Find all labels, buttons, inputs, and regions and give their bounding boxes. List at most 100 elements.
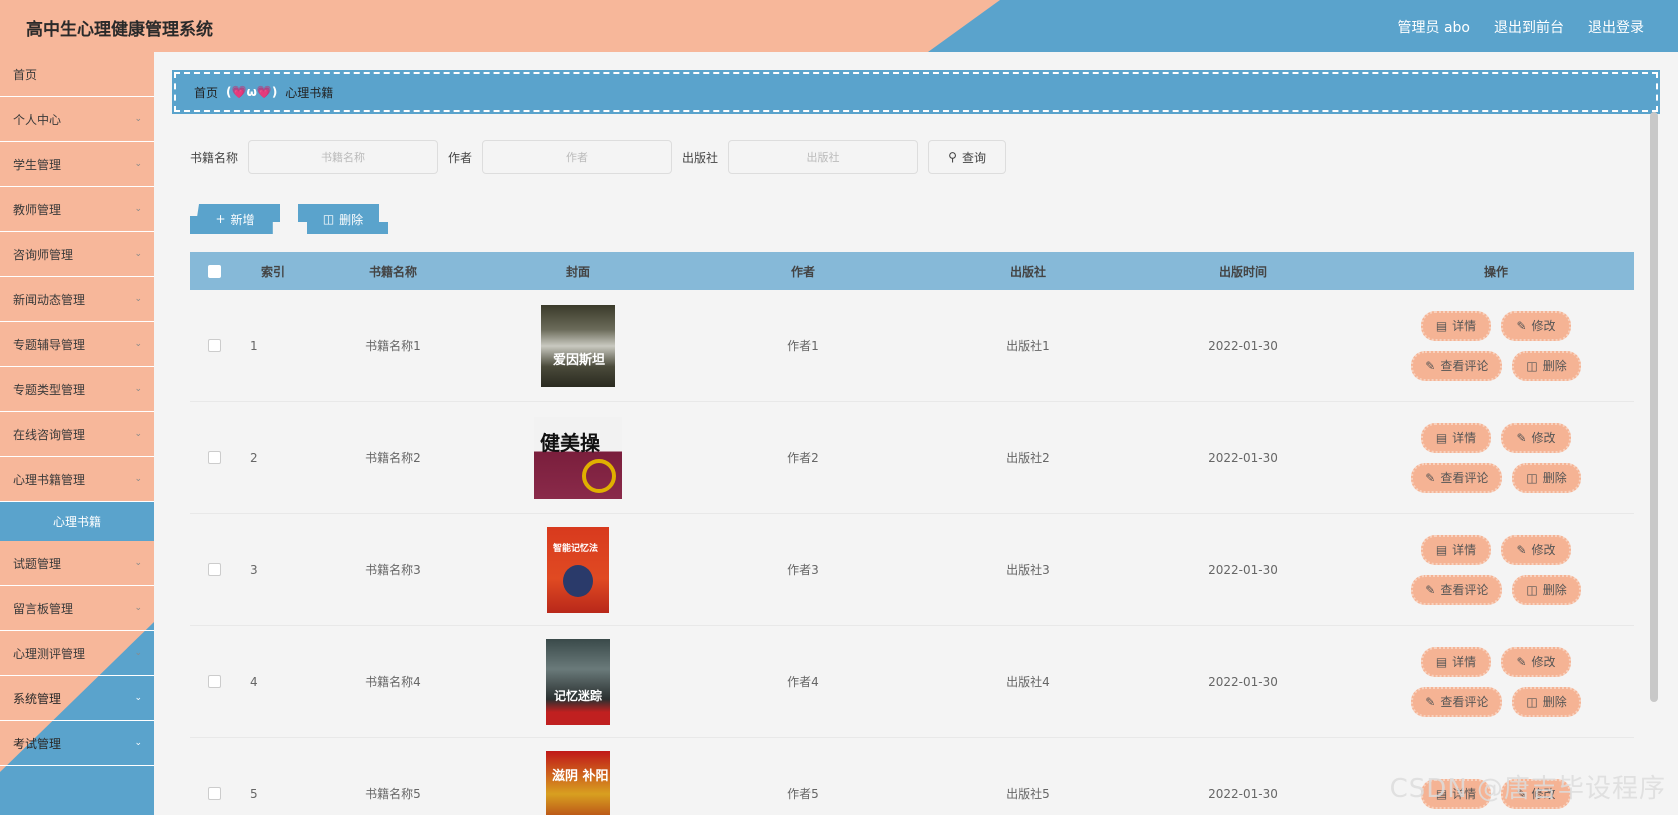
cover-title: 爱因斯坦 [553,352,606,368]
row-index: 5 [250,786,258,801]
pencil-icon: ✎ [1425,470,1436,485]
sidebar-item-label: 试题管理 [13,556,62,571]
chevron-down-icon: ⌄ [134,558,142,568]
sidebar-item-psych-books[interactable]: 心理书籍管理 ⌄ [0,457,154,502]
press-label: 出版社 [682,150,719,165]
row-checkbox[interactable] [207,675,221,688]
header-cover: 封面 [565,264,590,279]
sidebar-subitem-psych-books[interactable]: 心理书籍 [0,502,154,541]
table-header: 索引 书籍名称 封面 作者 出版社 出版时间 操作 [190,252,1634,290]
book-name-input[interactable] [248,140,439,174]
view-comments-button[interactable]: ✎ 查看评论 [1411,574,1503,605]
sidebar-item-message-board[interactable]: 留言板管理 ⌄ [0,586,154,631]
edit-button[interactable]: ✎ 修改 [1501,646,1571,677]
ops-row-bottom: ✎ 查看评论 ◫ 删除 [1411,462,1581,493]
top-header: 高中生心理健康管理系统 管理员 abo 退出到前台 退出登录 [0,0,1678,52]
ops-row-top: ▤ 详情 ✎ 修改 [1421,422,1571,453]
row-checkbox[interactable] [207,787,221,800]
row-author: 作者4 [787,675,819,689]
detail-label: 详情 [1452,431,1477,445]
sidebar-item-label: 心理测评管理 [13,646,86,661]
sidebar-item-teachers[interactable]: 教师管理 ⌄ [0,187,154,232]
sidebar-item-label: 在线咨询管理 [13,427,86,442]
breadcrumb: 首页 (💗ω💗) 心理书籍 [172,70,1660,114]
row-index: 1 [250,338,258,353]
chevron-down-icon: ⌄ [134,204,142,214]
row-checkbox[interactable] [207,339,221,352]
sidebar-item-system[interactable]: 系统管理 ⌄ [0,676,154,721]
ops-row-bottom: ✎ 查看评论 ◫ 删除 [1411,686,1581,717]
sidebar-item-label: 新闻动态管理 [13,292,86,307]
query-button[interactable]: ⚲ 查询 [928,140,1007,174]
breadcrumb-separator: (💗ω💗) [226,85,278,99]
book-cover-image: 爱因斯坦 [541,304,615,387]
exit-to-front-link[interactable]: 退出到前台 [1494,17,1564,37]
row-book-name: 书籍名称3 [365,563,421,577]
sidebar-item-online-consult[interactable]: 在线咨询管理 ⌄ [0,412,154,457]
sidebar-item-topic-tutoring[interactable]: 专题辅导管理 ⌄ [0,322,154,367]
sidebar-item-exams[interactable]: 考试管理 ⌄ [0,721,154,766]
row-cover-cell: 记忆迷踪 [478,638,678,725]
search-bar: 书籍名称 作者 出版社 ⚲ 查询 [190,140,1007,174]
view-comments-button[interactable]: ✎ 查看评论 [1411,350,1503,381]
delete-button[interactable]: ◫ 删除 [1512,686,1581,717]
press-input[interactable] [728,140,919,174]
sidebar-item-news[interactable]: 新闻动态管理 ⌄ [0,277,154,322]
sidebar-item-home[interactable]: 首页 [0,52,154,97]
table-row: 4 书籍名称4 记忆迷踪 作者4 出版社4 2022-01-30 ▤ 详情 ✎ 修改… [190,626,1634,738]
table-row: 2 书籍名称2 健美操 作者2 出版社2 2022-01-30 ▤ 详情 ✎ 修改 … [190,402,1634,514]
edit-button[interactable]: ✎ 修改 [1501,310,1571,341]
chevron-down-icon: ⌄ [134,429,142,439]
row-checkbox[interactable] [207,563,221,576]
book-name-label: 书籍名称 [190,150,239,165]
delete-button[interactable]: ◫ 删除 [1512,462,1581,493]
row-cover-cell: 健美操 [478,416,678,499]
sidebar-item-label: 心理书籍管理 [13,472,86,487]
header-links: 管理员 abo 退出到前台 退出登录 [1398,17,1644,37]
chevron-down-icon: ⌄ [134,603,142,613]
detail-button[interactable]: ▤ 详情 [1421,534,1491,565]
sidebar-item-questions[interactable]: 试题管理 ⌄ [0,541,154,586]
cover-title: 智能记忆法 [553,543,599,554]
document-icon: ▤ [1435,318,1448,333]
view-comments-button[interactable]: ✎ 查看评论 [1411,686,1503,717]
detail-button[interactable]: ▤ 详情 [1421,422,1491,453]
edit-label: 修改 [1531,431,1556,445]
trash-icon: ◫ [322,212,335,226]
chevron-down-icon: ⌄ [134,114,142,124]
ops-row-bottom: ✎ 查看评论 ◫ 删除 [1411,574,1581,605]
sidebar-item-label: 首页 [13,67,38,82]
sidebar-item-topic-types[interactable]: 专题类型管理 ⌄ [0,367,154,412]
sidebar-item-assessment[interactable]: 心理测评管理 ⌄ [0,631,154,676]
sidebar-item-personal-center[interactable]: 个人中心 ⌄ [0,97,154,142]
search-icon: ⚲ [948,150,957,164]
view-comments-button[interactable]: ✎ 查看评论 [1411,462,1503,493]
vertical-scrollbar[interactable] [1650,112,1658,702]
sidebar-item-students[interactable]: 学生管理 ⌄ [0,142,154,187]
select-all-checkbox[interactable] [207,264,221,278]
header-author: 作者 [790,264,815,279]
edit-button[interactable]: ✎ 修改 [1501,534,1571,565]
document-icon: ▤ [1435,654,1448,669]
breadcrumb-current: 心理书籍 [285,85,334,100]
sidebar-item-label: 个人中心 [13,112,62,127]
cover-title: 健美操 [540,430,600,455]
edit-button[interactable]: ✎ 修改 [1501,422,1571,453]
row-press: 出版社5 [1006,787,1050,801]
logout-link[interactable]: 退出登录 [1588,17,1644,37]
trash-icon: ◫ [1526,470,1538,485]
batch-delete-button[interactable]: ◫ 删除 [298,204,388,234]
sidebar-item-counselors[interactable]: 咨询师管理 ⌄ [0,232,154,277]
chevron-down-icon: ⌄ [134,339,142,349]
breadcrumb-home[interactable]: 首页 [194,84,218,101]
row-index: 3 [250,562,258,577]
delete-button[interactable]: ◫ 删除 [1512,574,1581,605]
row-checkbox[interactable] [207,451,221,464]
row-author: 作者1 [787,339,819,353]
row-check-cell [190,339,238,352]
detail-button[interactable]: ▤ 详情 [1421,310,1491,341]
add-button[interactable]: + 新增 [190,204,280,234]
detail-button[interactable]: ▤ 详情 [1421,646,1491,677]
author-input[interactable] [482,140,673,174]
delete-button[interactable]: ◫ 删除 [1512,350,1581,381]
